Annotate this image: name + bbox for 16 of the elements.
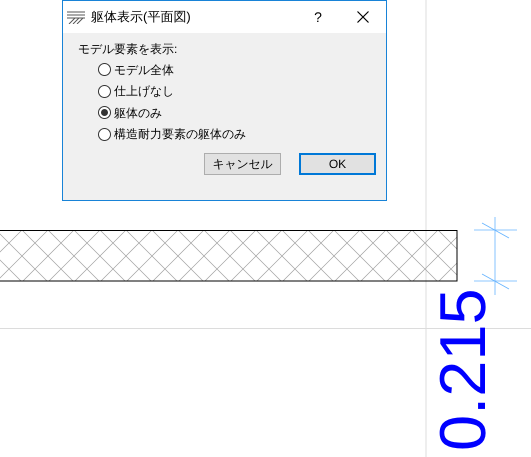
hatch-icon xyxy=(67,10,85,24)
radio-button[interactable] xyxy=(98,84,111,98)
option-label[interactable]: 仕上げなし xyxy=(114,82,174,100)
option-label[interactable]: モデル全体 xyxy=(114,60,174,79)
radio-button[interactable] xyxy=(98,106,111,120)
dialog-button[interactable]: OK xyxy=(299,153,376,175)
window-title: 躯体表示(平面図) xyxy=(91,8,191,26)
help-button[interactable]: ? xyxy=(296,6,340,28)
close-icon xyxy=(357,11,369,23)
option-label[interactable]: 躯体のみ xyxy=(114,104,162,122)
group-label: モデル要素を表示: xyxy=(78,41,178,58)
radio-button[interactable] xyxy=(98,128,111,141)
dimension-value: 0.215 xyxy=(426,288,499,451)
radio-button[interactable] xyxy=(98,63,111,76)
option-label[interactable]: 構造耐力要素の躯体のみ xyxy=(114,125,246,144)
dialog-button[interactable]: キャンセル xyxy=(204,153,281,175)
